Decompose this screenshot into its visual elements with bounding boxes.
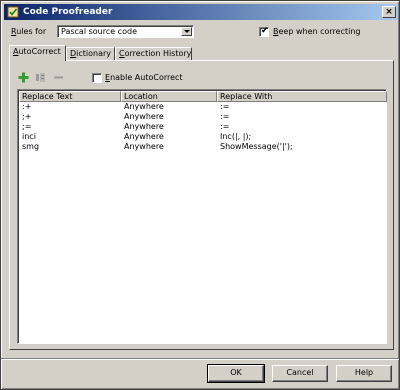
code-proofreader-dialog: Code Proofreader × Rules for Pascal sour…: [0, 0, 400, 390]
replace-with-cell: Inc(|, |);: [220, 132, 252, 141]
list-item[interactable]: ;= Anywhere :=: [19, 122, 385, 132]
rules-for-selected-value: Pascal source code: [61, 27, 138, 36]
replace-with-cell: ShowMessage('|');: [220, 142, 293, 151]
list-item[interactable]: ;+ Anywhere :=: [19, 112, 385, 122]
column-header-location[interactable]: Location: [121, 91, 217, 102]
replace-text-cell: inci: [22, 132, 36, 141]
column-header-replace-text[interactable]: Replace Text: [19, 91, 121, 102]
checkmark-icon: ✔: [261, 26, 269, 36]
replace-text-cell: :+: [22, 102, 32, 111]
autocorrect-panel: Enable AutoCorrect Replace Text Location…: [9, 60, 394, 350]
tab-autocorrect[interactable]: AutoCorrect: [9, 45, 66, 61]
tab-correction-history[interactable]: Correction History: [115, 47, 192, 60]
button-bar-separator: [1, 358, 399, 360]
ok-button[interactable]: OK: [207, 364, 265, 383]
rules-for-select[interactable]: Pascal source code: [57, 25, 194, 38]
replace-with-cell: :=: [220, 102, 230, 111]
column-header-replace-with[interactable]: Replace With: [217, 91, 387, 102]
chevron-down-icon[interactable]: [181, 27, 192, 36]
autocorrect-list[interactable]: Replace Text Location Replace With :+ An…: [17, 89, 387, 344]
add-icon[interactable]: [18, 72, 29, 83]
list-item[interactable]: :+ Anywhere :=: [19, 102, 385, 112]
location-cell: Anywhere: [124, 142, 164, 151]
enable-autocorrect-checkbox[interactable]: [92, 73, 102, 83]
replace-text-cell: ;+: [22, 112, 32, 121]
beep-when-correcting-checkbox[interactable]: ✔: [259, 26, 269, 37]
window-title: Code Proofreader: [23, 7, 113, 17]
close-button[interactable]: ×: [382, 6, 396, 18]
location-cell: Anywhere: [124, 122, 164, 131]
list-header: Replace Text Location Replace With: [19, 91, 387, 102]
replace-with-cell: :=: [220, 122, 230, 131]
list-item[interactable]: smg Anywhere ShowMessage('|');: [19, 142, 385, 152]
tab-dictionary[interactable]: Dictionary: [66, 47, 115, 60]
list-item[interactable]: inci Anywhere Inc(|, |);: [19, 132, 385, 142]
enable-autocorrect-label[interactable]: Enable AutoCorrect: [105, 72, 183, 84]
help-button[interactable]: Help: [336, 365, 392, 382]
beep-when-correcting-label[interactable]: Beep when correcting: [273, 26, 361, 38]
location-cell: Anywhere: [124, 112, 164, 121]
replace-with-cell: :=: [220, 112, 230, 121]
rules-for-label: Rules for: [11, 27, 47, 36]
edit-icon[interactable]: [35, 72, 46, 83]
remove-icon[interactable]: [53, 72, 64, 83]
location-cell: Anywhere: [124, 102, 164, 111]
location-cell: Anywhere: [124, 132, 164, 141]
replace-text-cell: smg: [22, 142, 40, 151]
title-bar[interactable]: Code Proofreader ×: [4, 4, 398, 20]
replace-text-cell: ;=: [22, 122, 32, 131]
cancel-button[interactable]: Cancel: [272, 365, 328, 382]
proofreader-app-icon: [7, 6, 19, 18]
